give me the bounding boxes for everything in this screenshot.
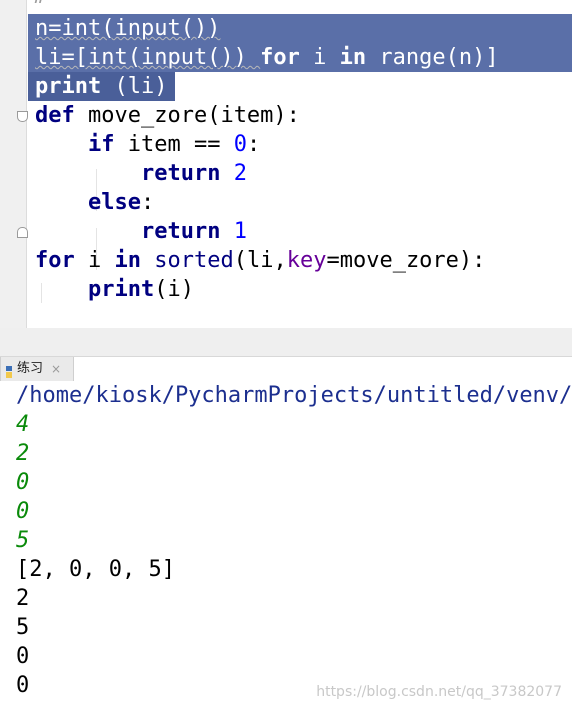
code-token: 1 xyxy=(233,219,247,244)
code-token: return xyxy=(140,219,221,244)
code-token: in xyxy=(114,248,142,273)
code-editor[interactable]: # n=int(input())li=[int(input()) for i i… xyxy=(0,0,572,328)
code-line: if item == 0: xyxy=(35,130,260,159)
watermark: https://blog.csdn.net/qq_37382077 xyxy=(316,684,562,700)
close-icon[interactable]: × xyxy=(51,357,61,381)
code-token: for xyxy=(35,248,75,273)
console-output-line: [2, 0, 0, 5] xyxy=(16,557,175,582)
code-token: else xyxy=(87,190,141,215)
tab-run-console[interactable]: 练习 × xyxy=(0,357,74,382)
code-token: i xyxy=(74,248,115,273)
code-token: 0 xyxy=(233,132,247,157)
console-input-line: 0 xyxy=(16,470,30,495)
code-token: print xyxy=(87,277,155,302)
panel-divider[interactable] xyxy=(0,328,572,357)
tab-label: 练习 xyxy=(17,361,44,376)
code-token: key xyxy=(286,248,327,273)
code-token: print xyxy=(35,74,102,99)
console-input-line: 0 xyxy=(16,499,30,524)
code-line: li=[int(input()) for i in range(n)] xyxy=(35,43,499,72)
code-token: sorted xyxy=(154,248,234,273)
code-line: def move_zore(item): xyxy=(35,101,300,130)
code-line: else: xyxy=(35,188,154,217)
fold-collapse-icon[interactable] xyxy=(17,227,28,238)
code-token: range(n)] xyxy=(366,45,499,70)
console-output-line: 5 xyxy=(16,615,30,640)
code-token: item == xyxy=(114,132,234,157)
editor-gutter xyxy=(0,0,27,328)
code-token: =move_zore): xyxy=(326,248,486,273)
code-token: i xyxy=(299,45,340,70)
console-command-path: /home/kiosk/PycharmProjects/untitled/ven… xyxy=(16,383,572,408)
code-line: return 1 xyxy=(35,217,247,246)
console-input-line: 4 xyxy=(16,412,30,437)
console-output[interactable]: /home/kiosk/PycharmProjects/untitled/ven… xyxy=(0,381,572,710)
code-token: (li) xyxy=(101,74,168,99)
code-token: if xyxy=(87,132,115,157)
code-token: in xyxy=(339,45,367,70)
code-token: move_zore(item): xyxy=(74,103,300,128)
code-token: (li, xyxy=(233,248,287,273)
python-icon xyxy=(4,363,14,378)
code-token: li=[int(input()) xyxy=(35,45,261,70)
code-line: print (li) xyxy=(35,72,167,101)
code-token: : xyxy=(140,190,155,215)
console-input-line: 5 xyxy=(16,528,30,553)
code-token: for xyxy=(260,45,300,70)
code-line: print(i) xyxy=(35,275,194,304)
code-token: def xyxy=(35,103,75,128)
code-line-partial: # xyxy=(33,0,46,9)
code-token: : xyxy=(246,132,261,157)
console-input-line: 2 xyxy=(16,441,30,466)
fold-expand-icon[interactable] xyxy=(17,111,28,122)
code-line: for i in sorted(li,key=move_zore): xyxy=(35,246,485,275)
code-line: return 2 xyxy=(35,159,247,188)
code-token: n=int(input()) xyxy=(35,16,221,41)
console-output-line: 0 xyxy=(16,644,30,669)
code-line: n=int(input()) xyxy=(35,14,220,43)
code-token: return xyxy=(140,161,221,186)
console-output-line: 0 xyxy=(16,673,30,698)
console-output-line: 2 xyxy=(16,586,30,611)
code-token: (i) xyxy=(154,277,194,302)
code-token: 2 xyxy=(233,161,247,186)
